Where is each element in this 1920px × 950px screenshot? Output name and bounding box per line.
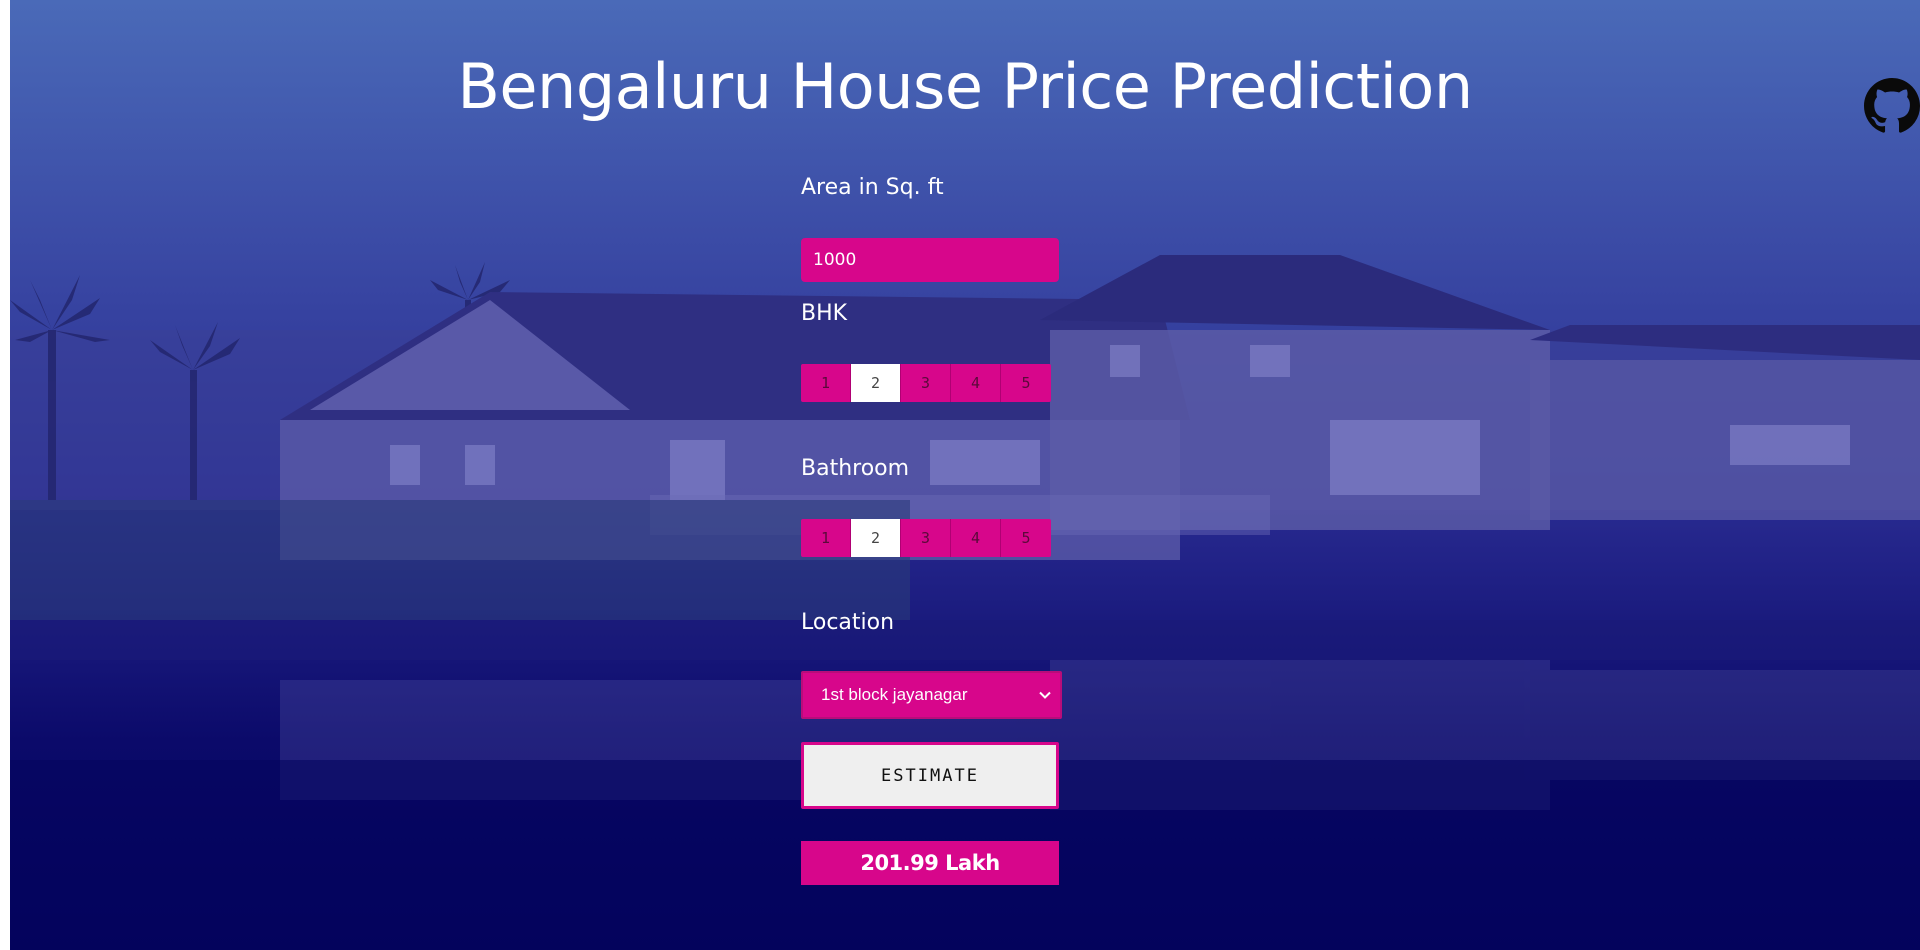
chevron-down-icon — [1039, 691, 1051, 699]
bhk-label: BHK — [801, 301, 848, 326]
bhk-option-3[interactable]: 3 — [901, 364, 951, 402]
bath-option-2[interactable]: 2 — [851, 519, 901, 557]
github-link[interactable] — [1864, 78, 1920, 134]
bhk-option-4[interactable]: 4 — [951, 364, 1001, 402]
bhk-option-2[interactable]: 2 — [851, 364, 901, 402]
bhk-selector: 1 2 3 4 5 — [801, 364, 1051, 402]
bath-option-1[interactable]: 1 — [801, 519, 851, 557]
bhk-option-1[interactable]: 1 — [801, 364, 851, 402]
github-icon — [1864, 78, 1920, 133]
bathroom-label: Bathroom — [801, 456, 910, 481]
area-input[interactable] — [801, 238, 1059, 282]
location-label: Location — [801, 610, 895, 635]
page-title: Bengaluru House Price Prediction — [457, 50, 1473, 123]
bathroom-selector: 1 2 3 4 5 — [801, 519, 1051, 557]
bhk-option-5[interactable]: 5 — [1001, 364, 1051, 402]
location-selected-value: 1st block jayanagar — [821, 685, 968, 704]
bath-option-4[interactable]: 4 — [951, 519, 1001, 557]
estimated-price: 201.99 Lakh — [801, 841, 1059, 885]
bath-option-5[interactable]: 5 — [1001, 519, 1051, 557]
page-background: Bengaluru House Price Prediction Area in… — [10, 0, 1920, 950]
location-dropdown[interactable]: 1st block jayanagar — [801, 671, 1062, 719]
area-label: Area in Sq. ft — [801, 175, 944, 200]
bath-option-3[interactable]: 3 — [901, 519, 951, 557]
estimate-button[interactable]: ESTIMATE — [801, 742, 1059, 809]
